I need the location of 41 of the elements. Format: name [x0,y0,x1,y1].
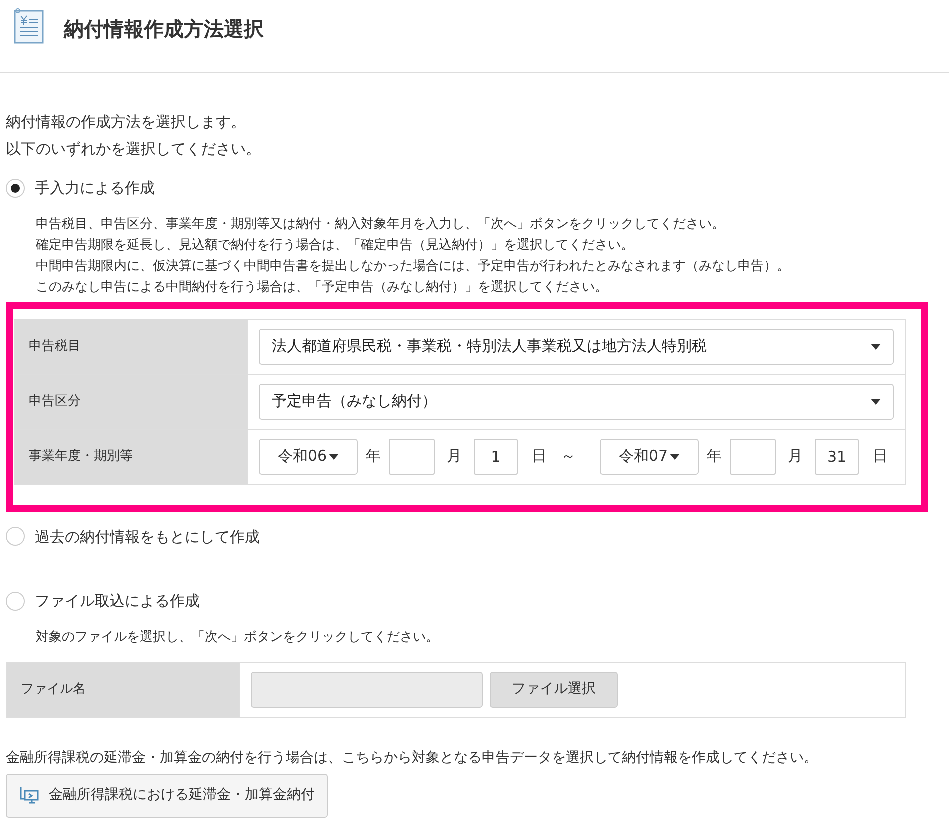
description-text: 対象のファイルを選択し、「次へ」ボタンをクリックしてください。 [36,628,440,646]
field-label: 申告税目 [15,320,248,374]
caret-icon [871,344,881,350]
intro-text: 以下のいずれかを選択してください。 [6,139,262,160]
year-unit: 年 [707,446,722,468]
era-select[interactable]: 令和07 [600,438,699,474]
caret-icon [670,454,680,460]
description-text: 申告税目、申告区分、事業年度・期別等又は納付・納入対象年月を入力し、「次へ」ボタンをクリックしてください。 [36,216,726,234]
radio-button[interactable] [6,592,25,611]
year-unit: 年 [366,446,381,468]
radio-label: 手入力による作成 [35,178,155,199]
month-input[interactable] [389,438,435,474]
field-label: 申告区分 [15,374,248,428]
description-text: 中間申告期限内に、仮決算に基づく中間申告書を提出しなかった場合には、予定申告が行われたとみなされます（みなし申告）。 [36,258,791,276]
description-text: このみなし申告による中間納付を行う場合は、「予定申告（みなし納付）」を選択してください。 [36,278,609,296]
range-separator: ～ [561,446,576,468]
field-label: 事業年度・期別等 [15,430,248,484]
footer-note: 金融所得課税の延滞金・加算金の納付を行う場合は、こちらから対象となる申告データを選択して納付情報を作成してください。 [6,748,819,768]
page-title: 納付情報作成方法選択 [64,16,264,43]
radio-label: ファイル取込による作成 [35,591,200,612]
caret-icon [871,398,881,404]
day-unit: 日 [532,446,547,468]
field-label: ファイル名 [7,662,240,716]
month-unit: 月 [788,446,803,468]
day-unit: 日 [873,446,888,468]
intro-text: 納付情報の作成方法を選択します。 [6,112,247,133]
caret-icon [329,454,339,460]
day-input[interactable]: 1 [474,438,518,474]
monitor-icon [19,786,39,804]
radio-button[interactable] [6,527,25,546]
month-input[interactable] [730,438,776,474]
document-icon [14,8,44,44]
late-fee-payment-button[interactable]: 金融所得課税における延滞金・加算金納付 [6,774,328,818]
era-select[interactable]: 令和06 [259,438,358,474]
radio-label: 過去の納付情報をもとにして作成 [35,526,260,548]
dropdown-select[interactable]: 予定申告（みなし納付） [259,384,894,420]
month-unit: 月 [447,446,462,468]
radio-button[interactable] [6,178,25,198]
dropdown-select[interactable]: 法人都道府県民税・事業税・特別法人事業税又は地方法人特別税 [259,328,894,364]
description-text: 確定申告期限を延長し、見込額で納付を行う場合は、「確定申告（見込納付）」を選択してください。 [36,236,635,254]
day-input[interactable]: 31 [815,438,859,474]
